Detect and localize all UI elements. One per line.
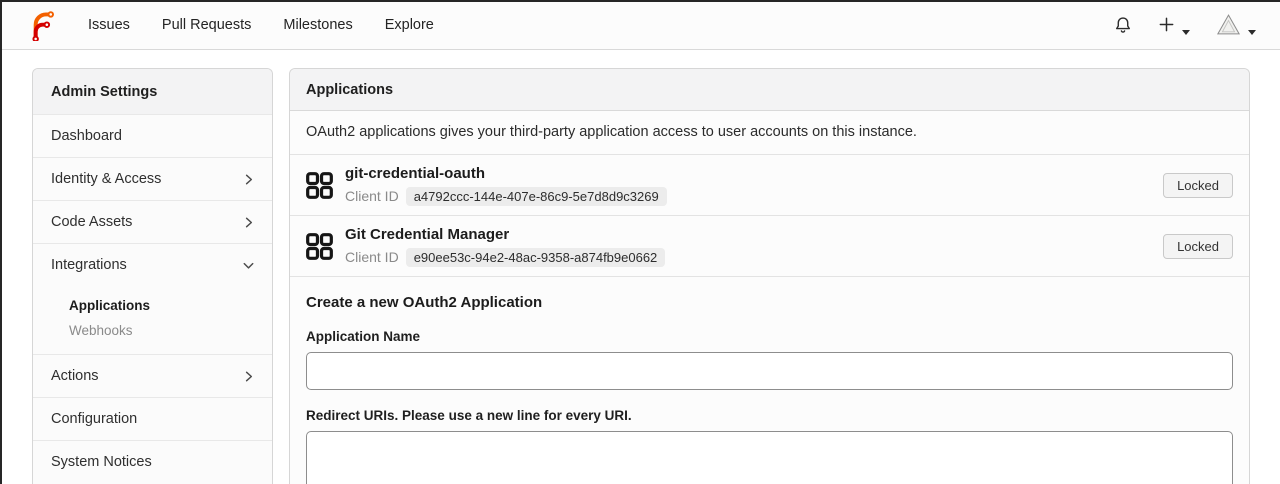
chevron-down-icon: [1182, 22, 1190, 35]
sidebar-item-label: Actions: [51, 368, 99, 384]
sidebar-item-label: Code Assets: [51, 214, 133, 230]
oauth-app-row: Git Credential Manager Client ID e90ee53…: [290, 216, 1249, 277]
create-oauth2-section: Create a new OAuth2 Application Applicat…: [290, 277, 1249, 484]
oauth-app-row: git-credential-oauth Client ID a4792ccc-…: [290, 155, 1249, 216]
sidebar-item-system-notices[interactable]: System Notices: [33, 440, 272, 483]
client-id-label: Client ID: [345, 249, 399, 266]
chevron-right-icon: [241, 215, 256, 230]
applications-panel: Applications OAuth2 applications gives y…: [289, 68, 1250, 484]
forgejo-logo-icon[interactable]: [26, 9, 58, 41]
sidebar-item-label: Integrations: [51, 257, 127, 273]
integrations-submenu: Applications Webhooks: [33, 286, 272, 354]
chevron-right-icon: [241, 369, 256, 384]
bell-icon: [1114, 16, 1132, 34]
locked-button[interactable]: Locked: [1163, 172, 1233, 198]
apps-grid-icon: [306, 171, 333, 199]
nav-item-milestones[interactable]: Milestones: [283, 17, 352, 33]
notifications-button[interactable]: [1114, 16, 1132, 34]
sidebar-item-label: System Notices: [51, 454, 152, 470]
create-new-menu[interactable]: [1158, 16, 1190, 35]
nav-item-pull-requests[interactable]: Pull Requests: [162, 17, 251, 33]
sidebar-item-label: Dashboard: [51, 128, 122, 144]
oauth2-description: OAuth2 applications gives your third-par…: [290, 111, 1249, 155]
user-menu[interactable]: [1216, 12, 1256, 37]
sidebar-item-dashboard[interactable]: Dashboard: [33, 114, 272, 157]
client-id-value: a4792ccc-144e-407e-86c9-5e7d8d9c3269: [405, 186, 667, 206]
apps-grid-icon: [306, 232, 333, 260]
nav-item-explore[interactable]: Explore: [385, 17, 434, 33]
client-id-value: e90ee53c-94e2-48ac-9358-a874fb9e0662: [405, 247, 666, 267]
nav-item-issues[interactable]: Issues: [88, 17, 130, 33]
sidebar-item-actions[interactable]: Actions: [33, 354, 272, 397]
redirect-uris-label: Redirect URIs. Please use a new line for…: [306, 408, 632, 423]
admin-settings-sidebar: Admin Settings Dashboard Identity & Acce…: [32, 68, 273, 484]
panel-title: Applications: [290, 69, 1249, 111]
sidebar-item-applications[interactable]: Applications: [33, 293, 272, 318]
chevron-down-icon: [241, 258, 256, 273]
avatar: [1216, 12, 1241, 37]
chevron-right-icon: [241, 172, 256, 187]
sidebar-item-integrations[interactable]: Integrations: [33, 243, 272, 286]
redirect-uris-textarea[interactable]: [306, 431, 1233, 484]
app-name: Git Credential Manager: [345, 226, 510, 244]
sidebar-item-label: Configuration: [51, 411, 138, 427]
chevron-down-icon: [1248, 22, 1256, 35]
application-name-label: Application Name: [306, 329, 421, 344]
sidebar-item-code-assets[interactable]: Code Assets: [33, 200, 272, 243]
app-name: git-credential-oauth: [345, 165, 486, 183]
client-id-label: Client ID: [345, 188, 399, 205]
window-edge-left: [0, 0, 2, 484]
sidebar-title: Admin Settings: [33, 69, 272, 114]
plus-icon: [1158, 16, 1175, 33]
application-name-input[interactable]: [306, 352, 1233, 390]
sidebar-item-identity-access[interactable]: Identity & Access: [33, 157, 272, 200]
create-section-title: Create a new OAuth2 Application: [306, 294, 543, 311]
window-edge-top: [0, 0, 1280, 2]
sidebar-item-label: Identity & Access: [51, 171, 162, 187]
sidebar-item-webhooks[interactable]: Webhooks: [33, 318, 272, 343]
sidebar-item-configuration[interactable]: Configuration: [33, 397, 272, 440]
locked-button[interactable]: Locked: [1163, 233, 1233, 259]
top-navbar: Issues Pull Requests Milestones Explore: [0, 0, 1280, 50]
